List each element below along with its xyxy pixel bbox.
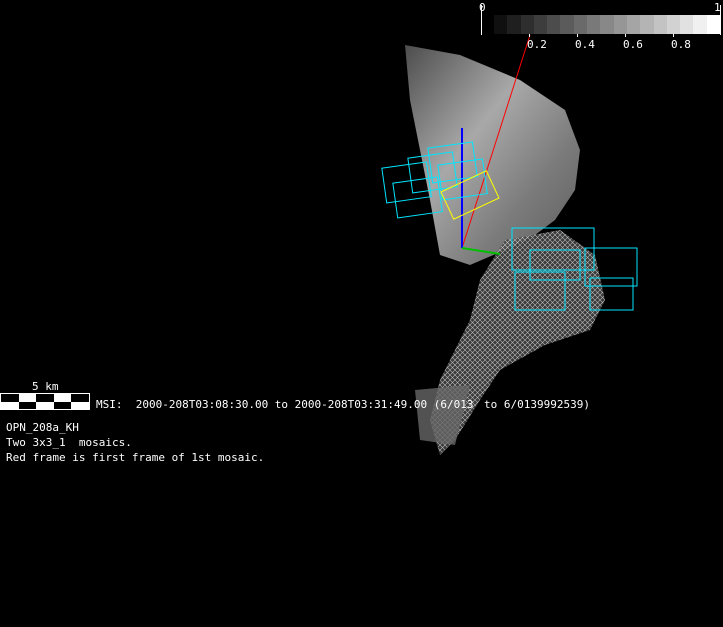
mosaic-1-frames	[381, 141, 488, 219]
colorbar-step	[680, 15, 694, 34]
colorbar-step	[640, 15, 654, 34]
colorbar-tick-label: 0.6	[623, 38, 643, 51]
colorbar-step	[507, 15, 521, 34]
colorbar-step	[587, 15, 601, 34]
colorbar-step	[573, 15, 588, 34]
colorbar-gradient	[494, 15, 721, 34]
colorbar-tick-label: 0.2	[527, 38, 547, 51]
mosaic-frames-overlay	[381, 34, 638, 311]
colorbar-tick	[529, 34, 530, 37]
mosaic-description: Two 3x3_1 mosaics.	[6, 436, 132, 449]
colorbar-tick	[673, 34, 674, 37]
colorbar-step	[560, 15, 574, 34]
colorbar-tick	[577, 34, 578, 37]
mosaic-2-frames	[511, 227, 638, 311]
colorbar-step	[666, 15, 681, 34]
colorbar-step	[494, 15, 508, 34]
msi-time-range: MSI: 2000-208T03:08:30.00 to 2000-208T03…	[96, 398, 474, 411]
axis-x-line	[461, 247, 501, 255]
colorbar-step	[613, 15, 627, 34]
observation-id: OPN_208a_KH	[6, 421, 79, 434]
colorbar-tick	[481, 5, 482, 35]
colorbar-step	[693, 15, 707, 34]
colorbar-step	[706, 15, 721, 34]
highlight-frame	[440, 170, 500, 220]
colorbar-tick-label: 0.4	[575, 38, 595, 51]
colorbar-tick-label: 0.8	[671, 38, 691, 51]
colorbar-step	[547, 15, 561, 34]
viewer-canvas[interactable]: 0 1 0.2 0.4 0.6 0.8 5 km MSI: 2000-208T0…	[0, 0, 723, 627]
scale-label: 5 km	[32, 380, 59, 393]
frame-note: Red frame is first frame of 1st mosaic.	[6, 451, 265, 464]
msi-time-range-end: to 6/0139992539)	[484, 398, 590, 411]
colorbar-step	[533, 15, 548, 34]
colorbar-tick	[720, 5, 721, 35]
scale-bar	[0, 393, 90, 410]
colorbar-min-label: 0	[479, 1, 486, 14]
colorbar-tick	[625, 34, 626, 37]
colorbar-step	[600, 15, 614, 34]
colorbar-step	[520, 15, 534, 34]
colorbar-step	[626, 15, 641, 34]
colorbar-step	[653, 15, 667, 34]
